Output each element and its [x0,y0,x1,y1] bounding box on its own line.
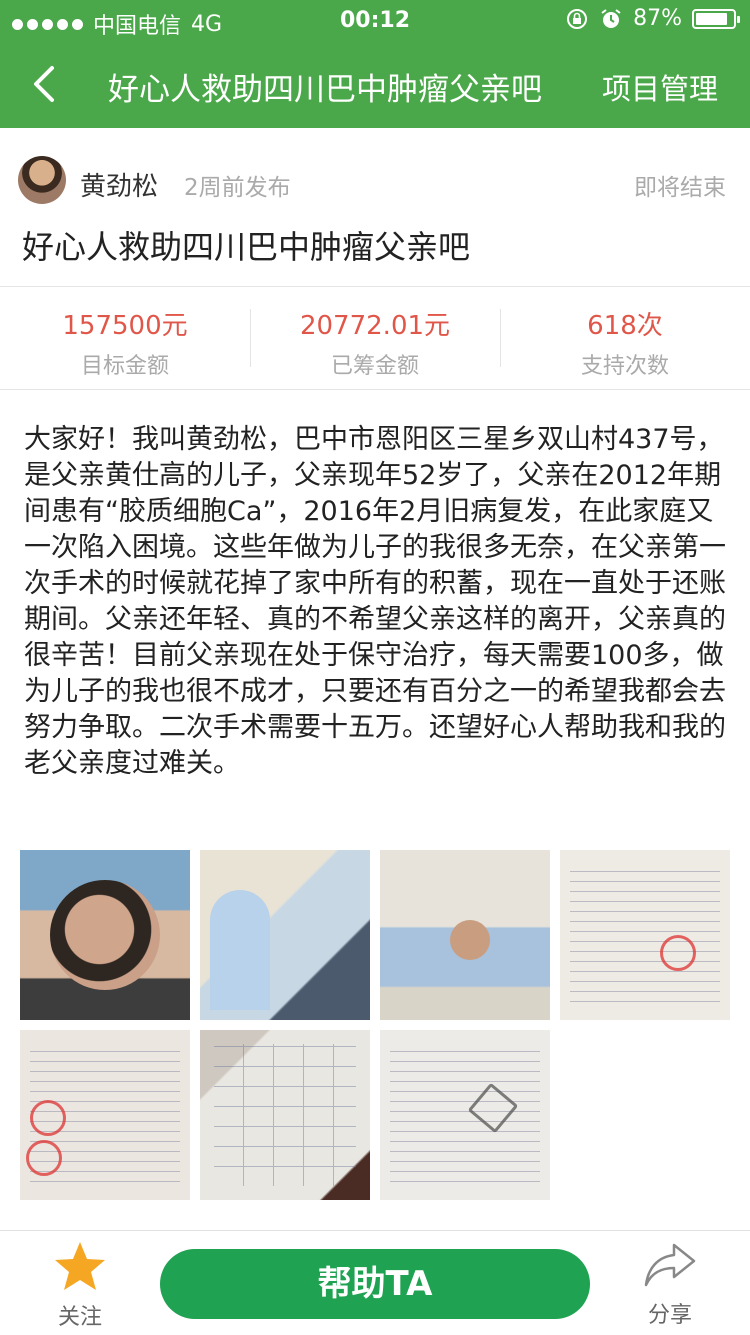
battery-percent: 87% [633,6,682,31]
photo-thumbnail[interactable] [20,1030,190,1200]
share-label: 分享 [647,1303,692,1328]
photo-thumbnail[interactable] [380,1030,550,1200]
photo-thumbnail[interactable] [380,850,550,1020]
share-button[interactable]: 分享 [630,1241,710,1329]
author-row: 黄劲松 2周前发布 即将结束 [0,128,750,228]
stat-raised-label: 已筹金额 [330,354,419,379]
stat-target: 157500元 目标金额 [0,287,250,389]
stat-target-value: 157500元 [62,311,188,341]
stat-supporters: 618次 支持次数 [500,287,750,389]
nav-bar: 好心人救助四川巴中肿瘤父亲吧 项目管理 [0,40,750,128]
photo-thumbnail[interactable] [200,1030,370,1200]
avatar[interactable] [18,156,66,204]
stat-target-label: 目标金额 [80,354,169,379]
stat-supporters-label: 支持次数 [580,354,669,379]
post-time: 2周前发布 [184,175,291,201]
rotation-lock-icon [567,8,588,29]
project-manage-button[interactable]: 项目管理 [602,66,718,108]
project-title: 好心人救助四川巴中肿瘤父亲吧 [22,228,471,266]
photo-thumbnail[interactable] [200,850,370,1020]
project-status: 即将结束 [634,175,726,201]
top-bar: 中国电信 4G 00:12 87% 好心人救助四川巴中肿瘤父亲吧 项目管理 [0,0,750,128]
author-name[interactable]: 黄劲松 [80,166,158,203]
status-bar: 中国电信 4G 00:12 87% [0,0,750,40]
project-description: 大家好！我叫黄劲松，巴中市恩阳区三星乡双山村437号，是父亲黄仕高的儿子，父亲现… [24,424,726,779]
star-icon [55,1242,105,1290]
stats-panel: 157500元 目标金额 20772.01元 已筹金额 618次 支持次数 [0,286,750,390]
share-icon [644,1243,696,1287]
stat-supporters-value: 618次 [587,311,663,341]
follow-label: 关注 [57,1305,102,1330]
page-title: 好心人救助四川巴中肿瘤父亲吧 [108,72,542,108]
alarm-icon [601,8,621,28]
bottom-action-bar: 关注 帮助TA 分享 [0,1230,750,1335]
photo-thumbnail[interactable] [20,850,190,1020]
battery-icon [692,8,740,29]
photo-thumbnail[interactable] [560,850,730,1020]
back-arrow-icon[interactable] [26,62,66,106]
stat-raised: 20772.01元 已筹金额 [250,287,500,389]
stat-raised-value: 20772.01元 [299,311,451,341]
help-button[interactable]: 帮助TA [160,1249,590,1319]
follow-button[interactable]: 关注 [40,1239,120,1331]
